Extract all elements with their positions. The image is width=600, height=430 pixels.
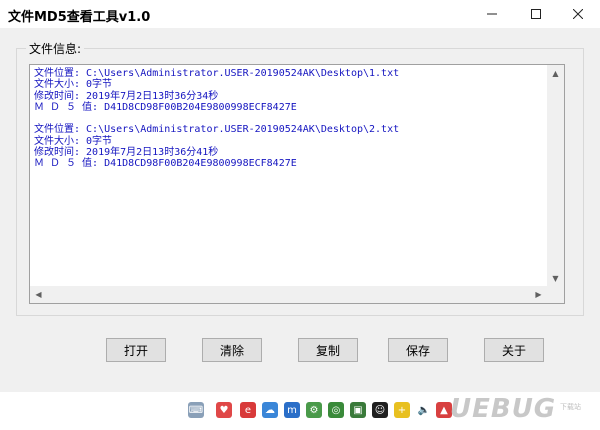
nvidia-icon[interactable]: ◎ (328, 402, 344, 418)
watermark-sub: 下载站 (560, 403, 581, 411)
scrollbar-corner (547, 286, 564, 303)
copy-button[interactable]: 复制 (298, 338, 358, 362)
scroll-up-icon[interactable]: ▲ (547, 65, 564, 82)
maximize-icon (531, 9, 541, 19)
clear-button[interactable]: 清除 (202, 338, 262, 362)
settings-icon[interactable]: ⚙ (306, 402, 322, 418)
vertical-scrollbar[interactable]: ▲ ▼ (547, 65, 564, 287)
file-info-label: 文件信息: (26, 40, 85, 57)
cloud-icon[interactable]: ☁ (262, 402, 278, 418)
scroll-right-icon[interactable]: ▶ (530, 286, 547, 303)
maximize-button[interactable] (514, 0, 558, 28)
keyboard-icon[interactable]: ⌨ (188, 402, 204, 418)
about-button[interactable]: 关于 (484, 338, 544, 362)
app-red-icon[interactable]: ♥ (216, 402, 232, 418)
close-icon (573, 9, 583, 19)
minimize-button[interactable] (470, 0, 514, 28)
file-info-text: 文件位置: C:\Users\Administrator.USER-201905… (34, 68, 400, 170)
title-bar: 文件MD5查看工具v1.0 (0, 0, 600, 28)
scroll-down-icon[interactable]: ▼ (547, 270, 564, 287)
save-button[interactable]: 保存 (388, 338, 448, 362)
minimize-icon (487, 13, 497, 15)
open-button[interactable]: 打开 (106, 338, 166, 362)
app-green-icon[interactable]: ▣ (350, 402, 366, 418)
speaker-icon[interactable]: 🔈 (416, 402, 432, 418)
qq-icon[interactable]: ☺ (372, 402, 388, 418)
file-info-textarea[interactable]: 文件位置: C:\Users\Administrator.USER-201905… (29, 64, 565, 304)
horizontal-scrollbar[interactable]: ◀ ▶ (30, 286, 547, 303)
app-blue-icon[interactable]: m (284, 402, 300, 418)
plus-icon[interactable]: + (394, 402, 410, 418)
scroll-left-icon[interactable]: ◀ (30, 286, 47, 303)
app-red2-icon[interactable]: e (240, 402, 256, 418)
watermark-logo: UEBUG (450, 394, 557, 424)
close-button[interactable] (556, 0, 600, 28)
window-title: 文件MD5查看工具v1.0 (8, 10, 151, 25)
